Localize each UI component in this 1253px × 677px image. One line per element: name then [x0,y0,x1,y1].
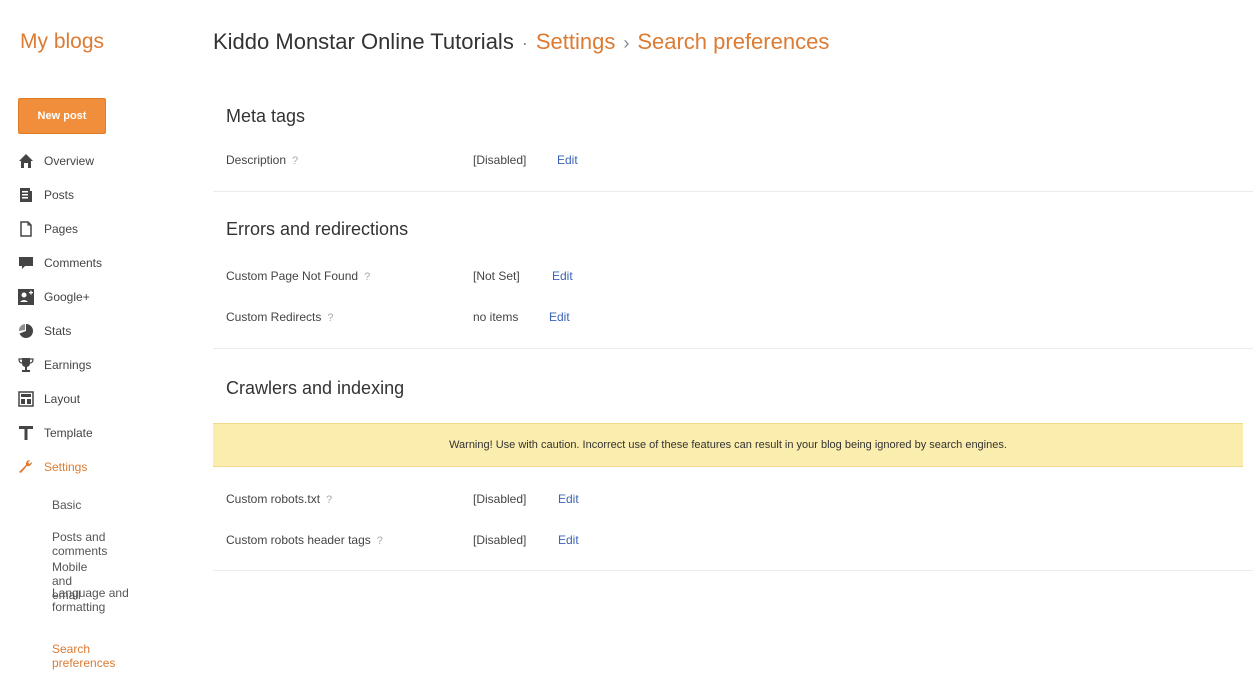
custom-robots-txt-label-text: Custom robots.txt [226,492,321,506]
sidebar-item-label: Overview [44,154,95,168]
help-icon[interactable]: ? [292,155,298,167]
description-edit-link[interactable]: Edit [557,153,578,167]
section-title-errors: Errors and redirections [226,219,409,239]
sidebar-item-layout[interactable]: Layout [18,388,80,410]
custom-robots-txt-edit-link[interactable]: Edit [558,492,579,506]
custom-robots-txt-value: [Disabled] [473,492,527,506]
custom-redirects-label: Custom Redirects? [226,310,334,324]
custom-not-found-edit-link[interactable]: Edit [552,269,573,283]
sidebar-item-posts[interactable]: Posts [18,184,74,206]
section-divider [213,570,1253,571]
sidebar-item-overview[interactable]: Overview [18,150,94,172]
posts-icon [18,187,34,203]
custom-robots-header-label: Custom robots header tags? [226,533,383,547]
comments-icon [18,255,34,271]
sidebar-item-label: Settings [44,460,88,474]
new-post-button[interactable]: New post [18,98,106,134]
custom-robots-header-value: [Disabled] [473,533,527,547]
custom-not-found-label-text: Custom Page Not Found [226,269,359,283]
section-divider [213,348,1253,349]
description-label-text: Description [226,153,287,167]
layout-icon [18,391,34,407]
custom-robots-header-label-text: Custom robots header tags [226,533,371,547]
settings-sub-posts-and-comments[interactable]: Posts and comments [52,530,107,558]
breadcrumb-blog-name: Kiddo Monstar Online Tutorials [213,29,514,54]
section-title-meta-tags: Meta tags [226,106,306,126]
template-icon [18,425,34,441]
breadcrumb-separator: › [623,33,630,53]
sidebar-item-label: Google+ [44,290,90,304]
custom-redirects-label-text: Custom Redirects [226,310,322,324]
sidebar-item-label: Posts [44,188,75,202]
settings-sub-language-and-formatting[interactable]: Language and formatting [52,586,172,614]
sidebar-item-settings[interactable]: Settings [18,456,87,478]
help-icon[interactable]: ? [326,494,332,506]
description-value: [Disabled] [473,153,527,167]
warning-text: Warning! Use with caution. Incorrect use… [449,439,1007,451]
trophy-icon [18,357,34,373]
settings-sub-basic[interactable]: Basic [52,498,81,512]
warning-banner: Warning! Use with caution. Incorrect use… [213,423,1243,467]
help-icon[interactable]: ? [327,312,333,324]
settings-sub-search-preferences[interactable]: Search preferences [52,642,115,670]
sidebar-item-pages[interactable]: Pages [18,218,78,240]
custom-not-found-label: Custom Page Not Found? [226,269,370,283]
description-label: Description? [226,153,298,167]
stats-icon [18,323,34,339]
header: My blogs Kiddo Monstar Online Tutorials ·… [0,0,1253,88]
custom-robots-txt-label: Custom robots.txt? [226,492,332,506]
sidebar-item-google-plus[interactable]: Google+ [18,286,90,308]
custom-not-found-value: [Not Set] [473,269,520,283]
custom-robots-header-edit-link[interactable]: Edit [558,533,579,547]
sidebar-item-comments[interactable]: Comments [18,252,102,274]
help-icon[interactable]: ? [364,271,370,283]
sidebar-item-earnings[interactable]: Earnings [18,354,91,376]
help-icon[interactable]: ? [377,535,383,547]
sidebar-item-label: Comments [44,256,103,270]
blogger-settings-page: My blogs Kiddo Monstar Online Tutorials ·… [0,0,1253,677]
sidebar-item-label: Earnings [44,358,92,372]
custom-redirects-value: no items [473,310,519,324]
breadcrumb-current: Search preferences [637,29,830,54]
sidebar-item-template[interactable]: Template [18,422,93,444]
sidebar-item-label: Template [44,426,93,440]
sidebar-item-label: Stats [44,324,72,338]
breadcrumb-separator: · [521,33,528,53]
section-divider [213,191,1253,192]
breadcrumb: Kiddo Monstar Online Tutorials · Settings ›… [213,29,829,55]
sidebar-item-label: Pages [44,222,79,236]
google-plus-icon [18,289,34,305]
breadcrumb-settings-link[interactable]: Settings [536,29,616,54]
sidebar-item-label: Layout [44,392,81,406]
sidebar-item-stats[interactable]: Stats [18,320,71,342]
custom-redirects-edit-link[interactable]: Edit [549,310,570,324]
section-title-crawlers: Crawlers and indexing [226,378,405,398]
home-icon [18,153,34,169]
pages-icon [18,221,34,237]
wrench-icon [18,459,34,475]
my-blogs-link[interactable]: My blogs [20,30,104,54]
